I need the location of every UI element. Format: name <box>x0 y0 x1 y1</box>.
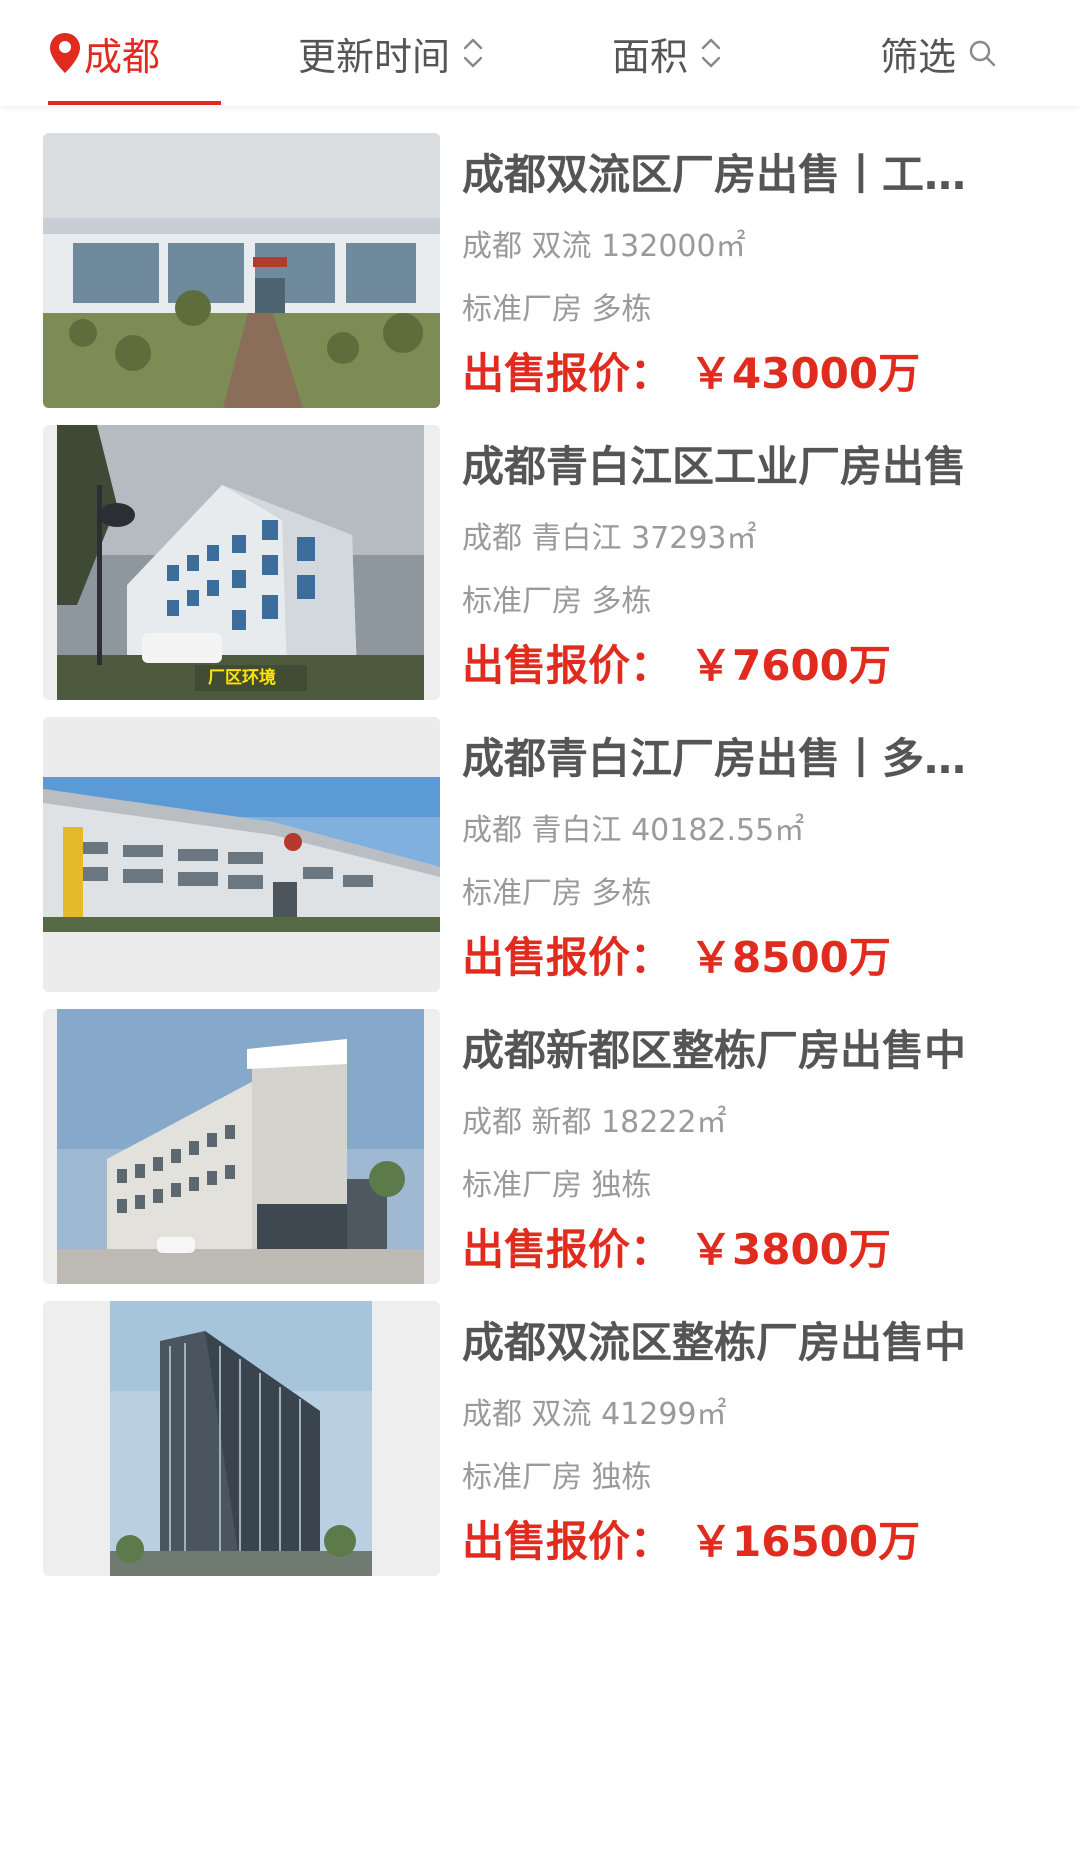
price-value: ￥3800万 <box>690 1225 891 1274</box>
price-value: ￥16500万 <box>690 1517 921 1566</box>
listing-thumbnail[interactable]: 厂区环境 <box>43 425 440 700</box>
update-time-label: 更新时间 <box>298 34 451 79</box>
listing-title: 成都青白江厂房出售丨多栋标准厂房 <box>462 734 1002 783</box>
sort-by-area[interactable]: 面积 <box>612 0 722 106</box>
city-label: 成都 <box>84 34 161 79</box>
price-value: ￥43000万 <box>690 349 921 398</box>
image-caption: 厂区环境 <box>208 667 276 688</box>
listing-thumbnail[interactable] <box>43 1009 440 1284</box>
city-selector[interactable]: 成都 <box>48 0 220 106</box>
sort-updown-icon <box>701 38 721 68</box>
price-label: 出售报价： <box>462 641 673 690</box>
price-label: 出售报价： <box>462 1225 673 1274</box>
listing-title: 成都青白江区工业厂房出售 <box>462 442 967 491</box>
filter-bar: 成都 更新时间 面积 筛选 <box>0 0 1080 106</box>
price-value: ￥7600万 <box>690 641 891 690</box>
location-pin-icon <box>50 33 80 73</box>
filter-button[interactable]: 筛选 <box>880 0 996 106</box>
factory-photo: 厂区环境 <box>57 425 424 700</box>
price-value: ￥8500万 <box>690 933 891 982</box>
listing-card[interactable]: 成都双流区整栋厂房出售中 成都 双流 41299㎡ 标准厂房 独栋 出售报价： ￥… <box>0 1274 1080 1624</box>
listing-location-area: 成都 青白江 40182.55㎡ <box>462 813 805 848</box>
listing-location-area: 成都 双流 41299㎡ <box>462 1397 727 1432</box>
listing-tags: 标准厂房 多栋 <box>462 292 652 327</box>
factory-photo <box>110 1301 372 1576</box>
listing-thumbnail[interactable] <box>43 717 440 992</box>
listing-title: 成都双流区厂房出售丨工业园区独栋厂房 <box>462 150 1002 199</box>
listing-tags: 标准厂房 独栋 <box>462 1168 652 1203</box>
area-label: 面积 <box>612 34 689 79</box>
listing-location-area: 成都 双流 132000㎡ <box>462 229 746 264</box>
factory-photo <box>43 133 440 408</box>
listing-tags: 标准厂房 多栋 <box>462 876 652 911</box>
factory-photo <box>43 717 440 992</box>
price-label: 出售报价： <box>462 349 673 398</box>
listing-location-area: 成都 新都 18222㎡ <box>462 1105 727 1140</box>
factory-photo <box>57 1009 424 1284</box>
price-label: 出售报价： <box>462 1517 673 1566</box>
listing-location-area: 成都 青白江 37293㎡ <box>462 521 757 556</box>
price-label: 出售报价： <box>462 933 673 982</box>
active-tab-underline <box>48 101 221 105</box>
filter-label: 筛选 <box>880 34 957 79</box>
listing-thumbnail[interactable] <box>43 1301 440 1576</box>
listing-price: 出售报价： ￥16500万 <box>462 1507 920 1577</box>
listing-thumbnail[interactable] <box>43 133 440 408</box>
listing-title: 成都双流区整栋厂房出售中 <box>462 1318 967 1367</box>
listing-tags: 标准厂房 独栋 <box>462 1460 652 1495</box>
listing-title: 成都新都区整栋厂房出售中 <box>462 1026 967 1075</box>
listing-tags: 标准厂房 多栋 <box>462 584 652 619</box>
sort-updown-icon <box>463 38 483 68</box>
search-icon <box>969 40 996 67</box>
sort-by-update-time[interactable]: 更新时间 <box>298 0 484 106</box>
